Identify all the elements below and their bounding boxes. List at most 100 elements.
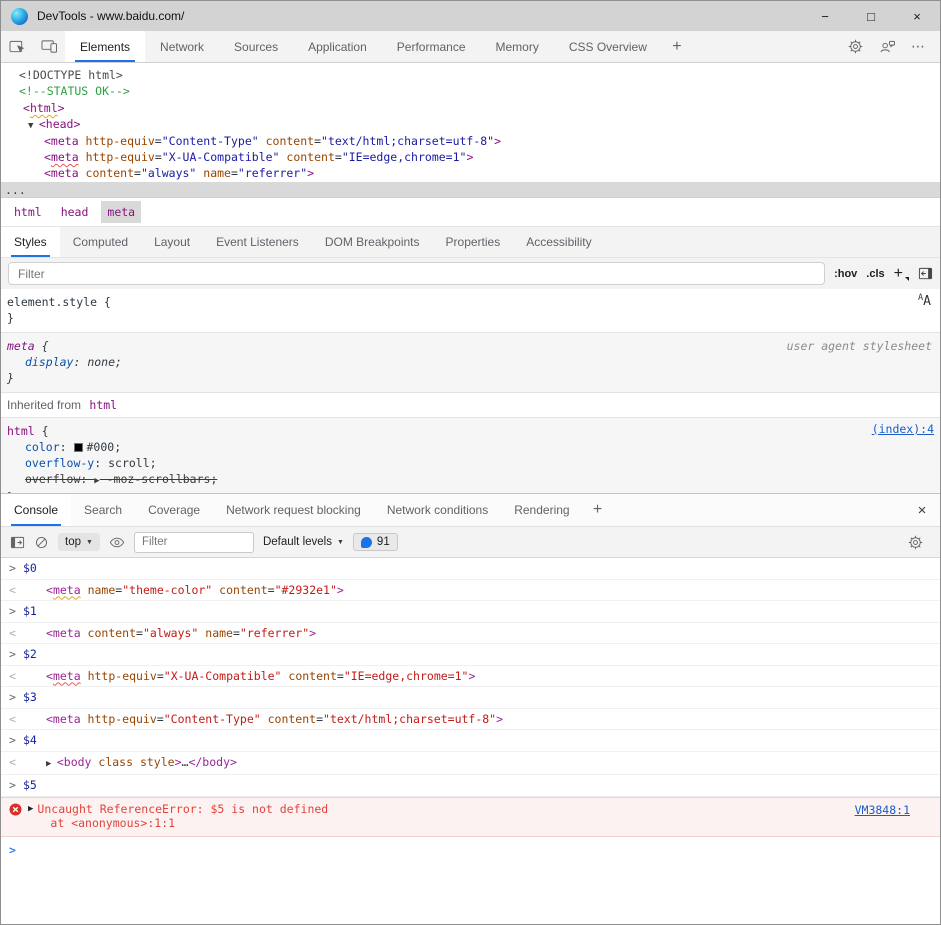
more-drawer-tabs-button[interactable]: +	[583, 494, 613, 526]
meta-user-agent-rule[interactable]: user agent stylesheet meta { display: no…	[1, 333, 940, 393]
inherited-from-header: Inherited from html	[1, 393, 940, 418]
element-style-close: }	[7, 310, 934, 326]
breadcrumb-html[interactable]: html	[8, 201, 48, 223]
meta-rule-display-property[interactable]: display: none;	[7, 354, 934, 370]
window-titlebar: DevTools - www.baidu.com/ − □ ×	[1, 1, 940, 31]
live-expression-eye-icon[interactable]	[109, 537, 125, 548]
more-tabs-button[interactable]: +	[662, 31, 692, 62]
tab-memory[interactable]: Memory	[481, 31, 554, 62]
tab-application[interactable]: Application	[293, 31, 382, 62]
meta-x-ua-line[interactable]: <meta http-equiv="X-UA-Compatible" conte…	[1, 149, 940, 165]
console-output-row[interactable]: <<meta http-equiv="X-UA-Compatible" cont…	[1, 666, 940, 688]
inherited-from-label: Inherited from	[7, 398, 81, 412]
stylesheet-source-link[interactable]: (index):4	[872, 422, 934, 436]
new-style-rule-button[interactable]: +	[894, 265, 909, 283]
tab-sources[interactable]: Sources	[219, 31, 293, 62]
console-settings-gear-icon[interactable]	[899, 535, 931, 550]
toggle-sidebar-panel-icon[interactable]	[918, 266, 933, 281]
tab-rendering[interactable]: Rendering	[501, 494, 582, 526]
clear-console-icon[interactable]	[34, 535, 49, 550]
maximize-button[interactable]: □	[848, 1, 894, 31]
tab-network-conditions[interactable]: Network conditions	[374, 494, 501, 526]
tab-console[interactable]: Console	[1, 494, 71, 526]
console-input-row[interactable]: >$5	[1, 775, 940, 797]
styles-filter-bar: :hov .cls +	[1, 257, 940, 289]
tab-network-request-blocking[interactable]: Network request blocking	[213, 494, 374, 526]
tab-network[interactable]: Network	[145, 31, 219, 62]
console-input-row[interactable]: >$3	[1, 687, 940, 709]
error-expand-arrow[interactable]: ▶	[28, 802, 33, 831]
console-sidebar-icon[interactable]	[10, 535, 25, 550]
tab-search[interactable]: Search	[71, 494, 135, 526]
devtools-tab-bar: Elements Network Sources Application Per…	[1, 31, 940, 63]
console-filter-input[interactable]	[134, 532, 254, 553]
error-icon	[9, 803, 22, 816]
window-controls: − □ ×	[802, 1, 940, 31]
device-toolbar-icon[interactable]	[33, 31, 65, 62]
frame-context-dropdown[interactable]: top▼	[58, 533, 100, 551]
stylesheet-origin-label: user agent stylesheet	[787, 339, 932, 353]
tab-performance[interactable]: Performance	[382, 31, 481, 62]
toggle-element-classes-button[interactable]: .cls	[866, 268, 884, 280]
error-source-link[interactable]: VM3848:1	[855, 803, 910, 818]
breadcrumb-head[interactable]: head	[55, 201, 95, 223]
tab-css-overview[interactable]: CSS Overview	[554, 31, 662, 62]
settings-gear-icon[interactable]	[839, 39, 871, 54]
element-style-selector[interactable]: element.style {	[7, 294, 934, 310]
head-open-tag-line[interactable]: ▼ <head>	[1, 116, 940, 132]
row-overflow-dots[interactable]: ...	[5, 182, 26, 197]
tab-coverage[interactable]: Coverage	[135, 494, 213, 526]
console-error-row[interactable]: ▶ Uncaught ReferenceError: $5 is not def…	[1, 797, 940, 837]
html-rule-color-property[interactable]: color: #000;	[7, 439, 934, 455]
tab-dom-breakpoints[interactable]: DOM Breakpoints	[312, 227, 433, 257]
console-input-row[interactable]: >$1	[1, 601, 940, 623]
breadcrumb-meta[interactable]: meta	[101, 201, 141, 223]
html-rule-overflow-property-overridden[interactable]: overflow: ▶ -moz-scrollbars;	[7, 471, 934, 489]
toolbar-right-icons: ⋯	[839, 31, 940, 62]
console-output-row[interactable]: <<meta http-equiv="Content-Type" content…	[1, 709, 940, 731]
tab-event-listeners[interactable]: Event Listeners	[203, 227, 312, 257]
more-options-icon[interactable]: ⋯	[903, 38, 934, 55]
meta-content-type-line[interactable]: <meta http-equiv="Content-Type" content=…	[1, 133, 940, 149]
styles-sidebar-tab-bar: Styles Computed Layout Event Listeners D…	[1, 226, 940, 257]
console-input-row[interactable]: >$0	[1, 558, 940, 580]
html-rule-overflow-y-property[interactable]: overflow-y: scroll;	[7, 455, 934, 471]
drawer-tab-bar: Console Search Coverage Network request …	[1, 494, 940, 527]
tab-elements[interactable]: Elements	[65, 31, 145, 62]
styles-filter-input[interactable]	[8, 262, 825, 285]
toggle-pseudo-state-button[interactable]: :hov	[834, 268, 857, 280]
tab-styles[interactable]: Styles	[1, 227, 60, 257]
tab-properties[interactable]: Properties	[433, 227, 514, 257]
meta-referrer-line[interactable]: <meta content="always" name="referrer">	[1, 165, 940, 181]
styles-pane: AA element.style { } user agent styleshe…	[1, 289, 940, 493]
console-output-row[interactable]: <▶ <body class style>…</body>	[1, 752, 940, 776]
feedback-people-icon[interactable]	[871, 39, 903, 54]
doctype-line[interactable]: <!DOCTYPE html>	[1, 67, 940, 83]
element-style-rule[interactable]: AA element.style { }	[1, 289, 940, 333]
minimize-button[interactable]: −	[802, 1, 848, 31]
inspect-element-icon[interactable]	[1, 31, 33, 62]
console-drawer: Console Search Coverage Network request …	[1, 493, 940, 924]
close-drawer-icon[interactable]: ×	[904, 494, 940, 526]
issues-count-badge[interactable]: 91	[353, 533, 398, 551]
console-output-row[interactable]: <<meta name="theme-color" content="#2932…	[1, 580, 940, 602]
font-size-icon[interactable]: AA	[918, 294, 931, 308]
console-input-row[interactable]: >$2	[1, 644, 940, 666]
comment-line[interactable]: <!--STATUS OK-->	[1, 83, 940, 99]
meta-theme-color-line-selected[interactable]: ... <meta name="theme-color" content="#2…	[1, 182, 940, 197]
close-button[interactable]: ×	[894, 1, 940, 31]
console-output-row[interactable]: <<meta content="always" name="referrer">	[1, 623, 940, 645]
tab-accessibility[interactable]: Accessibility	[513, 227, 604, 257]
console-input-row[interactable]: >$4	[1, 730, 940, 752]
console-prompt-row[interactable]: >	[1, 837, 940, 860]
log-levels-dropdown[interactable]: Default levels▼	[263, 536, 344, 548]
inherited-from-target-link[interactable]: html	[89, 398, 117, 412]
window-title: DevTools - www.baidu.com/	[37, 9, 184, 23]
tab-layout[interactable]: Layout	[141, 227, 203, 257]
html-rule[interactable]: (index):4 html { color: #000; overflow-y…	[1, 418, 940, 493]
console-messages: >$0 <<meta name="theme-color" content="#…	[1, 558, 940, 924]
tab-computed[interactable]: Computed	[60, 227, 141, 257]
html-open-tag-line[interactable]: <html>	[1, 100, 940, 116]
issues-bubble-icon	[361, 537, 372, 548]
html-rule-selector[interactable]: html {	[7, 423, 934, 439]
